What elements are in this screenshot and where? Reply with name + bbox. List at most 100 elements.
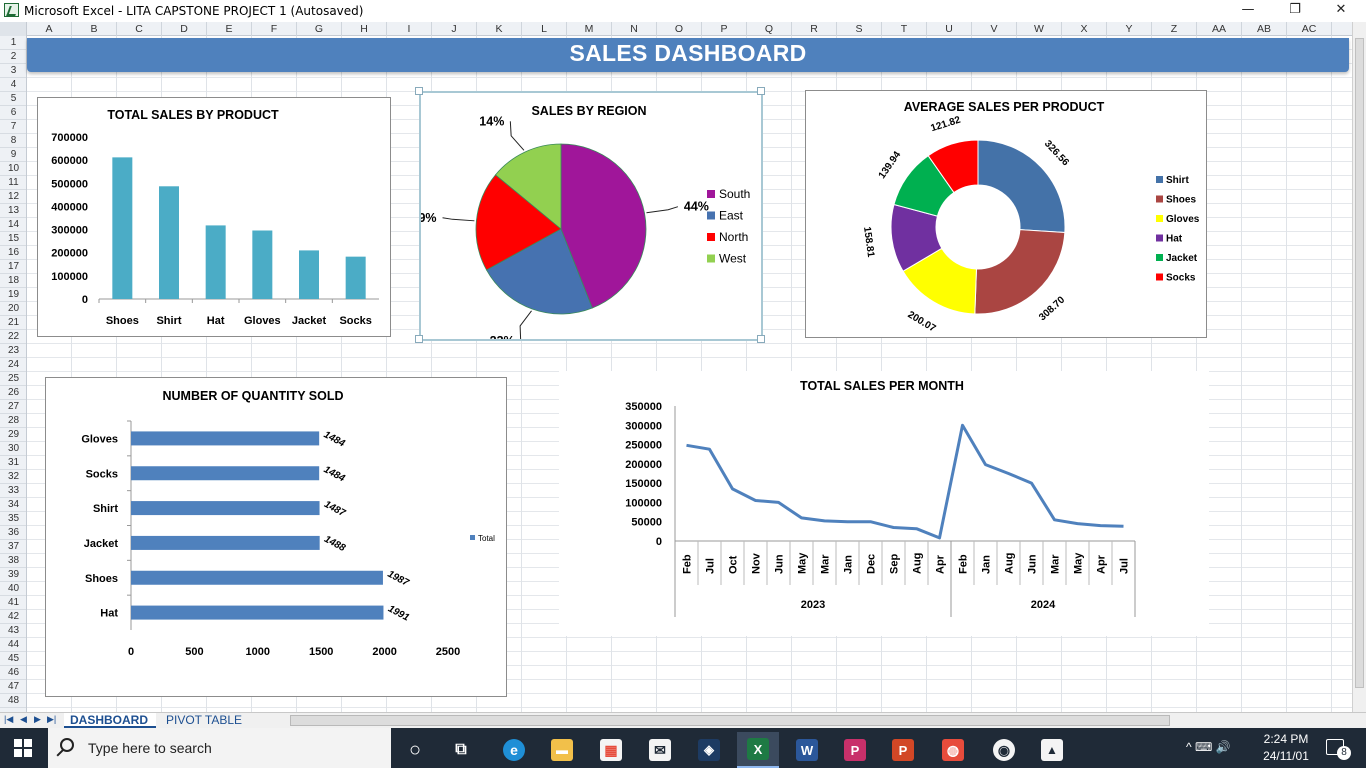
row-header[interactable]: 1 bbox=[0, 36, 26, 50]
row-header[interactable]: 38 bbox=[0, 554, 26, 568]
row-header[interactable]: 6 bbox=[0, 106, 26, 120]
first-sheet-button[interactable]: |◀ bbox=[4, 714, 13, 725]
row-header[interactable]: 16 bbox=[0, 246, 26, 260]
column-header[interactable]: J bbox=[432, 22, 477, 36]
sales-by-region-chart[interactable]: SALES BY REGION 44% 23% 19% 14% South East No… bbox=[419, 91, 763, 341]
column-header[interactable]: C bbox=[117, 22, 162, 36]
row-header[interactable]: 26 bbox=[0, 386, 26, 400]
row-header[interactable]: 42 bbox=[0, 610, 26, 624]
column-header[interactable]: AB bbox=[1242, 22, 1287, 36]
total-sales-per-month-chart[interactable]: TOTAL SALES PER MONTH 0 50000 100000 150000… bbox=[559, 371, 1209, 636]
row-header[interactable]: 37 bbox=[0, 540, 26, 554]
taskbar-app-office[interactable]: ◍ bbox=[932, 732, 974, 768]
row-header[interactable]: 22 bbox=[0, 330, 26, 344]
taskbar-app-vpn[interactable]: ◈ bbox=[688, 732, 730, 768]
row-header[interactable]: 33 bbox=[0, 484, 26, 498]
row-header[interactable]: 39 bbox=[0, 568, 26, 582]
taskbar-app-file-explorer[interactable]: ▬ bbox=[541, 732, 583, 768]
row-header[interactable]: 29 bbox=[0, 428, 26, 442]
row-header[interactable]: 14 bbox=[0, 218, 26, 232]
select-all-corner[interactable] bbox=[0, 22, 27, 36]
tab-pivot-table[interactable]: PIVOT TABLE bbox=[160, 713, 268, 728]
column-header[interactable]: O bbox=[657, 22, 702, 36]
tray-icons[interactable]: ^ ⌨ 🔊 bbox=[1186, 740, 1231, 754]
row-header[interactable]: 36 bbox=[0, 526, 26, 540]
row-header[interactable]: 11 bbox=[0, 176, 26, 190]
row-header[interactable]: 30 bbox=[0, 442, 26, 456]
resize-handle-bottom-right[interactable] bbox=[757, 335, 765, 343]
taskbar-search-box[interactable]: Type here to search bbox=[48, 728, 391, 768]
row-header[interactable]: 35 bbox=[0, 512, 26, 526]
taskbar-app-cortana[interactable]: ○ bbox=[394, 732, 436, 768]
column-header[interactable]: W bbox=[1017, 22, 1062, 36]
row-header[interactable]: 32 bbox=[0, 470, 26, 484]
row-header[interactable]: 24 bbox=[0, 358, 26, 372]
row-header[interactable]: 13 bbox=[0, 204, 26, 218]
resize-handle-top-right[interactable] bbox=[757, 87, 765, 95]
column-header[interactable]: AC bbox=[1287, 22, 1332, 36]
column-header[interactable]: I bbox=[387, 22, 432, 36]
row-header[interactable]: 47 bbox=[0, 680, 26, 694]
windows-start-button[interactable] bbox=[14, 739, 32, 757]
notification-center-icon[interactable]: 8 bbox=[1326, 739, 1351, 760]
close-button[interactable]: ✕ bbox=[1329, 2, 1353, 18]
column-header[interactable]: U bbox=[927, 22, 972, 36]
column-header[interactable]: R bbox=[792, 22, 837, 36]
resize-handle-bottom-left[interactable] bbox=[415, 335, 423, 343]
dashboard-banner[interactable]: SALES DASHBOARD bbox=[27, 38, 1349, 72]
column-header[interactable]: AA bbox=[1197, 22, 1242, 36]
row-header[interactable]: 18 bbox=[0, 274, 26, 288]
row-header[interactable]: 4 bbox=[0, 78, 26, 92]
column-header[interactable]: Q bbox=[747, 22, 792, 36]
column-header[interactable]: B bbox=[72, 22, 117, 36]
row-header[interactable]: 23 bbox=[0, 344, 26, 358]
row-header[interactable]: 44 bbox=[0, 638, 26, 652]
row-header[interactable]: 31 bbox=[0, 456, 26, 470]
column-header[interactable]: V bbox=[972, 22, 1017, 36]
row-header[interactable]: 8 bbox=[0, 134, 26, 148]
row-header[interactable]: 34 bbox=[0, 498, 26, 512]
last-sheet-button[interactable]: ▶| bbox=[47, 714, 56, 725]
row-header[interactable]: 46 bbox=[0, 666, 26, 680]
row-header[interactable]: 7 bbox=[0, 120, 26, 134]
row-header[interactable]: 25 bbox=[0, 372, 26, 386]
column-header[interactable]: A bbox=[27, 22, 72, 36]
vertical-scrollbar[interactable] bbox=[1352, 22, 1366, 712]
row-header[interactable]: 17 bbox=[0, 260, 26, 274]
column-header[interactable]: E bbox=[207, 22, 252, 36]
row-header[interactable]: 19 bbox=[0, 288, 26, 302]
row-header[interactable]: 9 bbox=[0, 148, 26, 162]
row-header[interactable]: 48 bbox=[0, 694, 26, 708]
row-header[interactable]: 43 bbox=[0, 624, 26, 638]
row-header[interactable]: 45 bbox=[0, 652, 26, 666]
column-header[interactable]: M bbox=[567, 22, 612, 36]
taskbar-app-excel[interactable]: X bbox=[737, 732, 779, 768]
column-header[interactable]: H bbox=[342, 22, 387, 36]
taskbar-app-powerpoint[interactable]: P bbox=[882, 732, 924, 768]
row-header[interactable]: 40 bbox=[0, 582, 26, 596]
column-header[interactable]: L bbox=[522, 22, 567, 36]
row-header[interactable]: 15 bbox=[0, 232, 26, 246]
vertical-scroll-thumb[interactable] bbox=[1355, 38, 1364, 688]
row-header[interactable]: 12 bbox=[0, 190, 26, 204]
minimize-button[interactable]: — bbox=[1236, 2, 1260, 18]
column-header[interactable]: K bbox=[477, 22, 522, 36]
row-header[interactable]: 21 bbox=[0, 316, 26, 330]
row-header[interactable]: 28 bbox=[0, 414, 26, 428]
prev-sheet-button[interactable]: ◀ bbox=[20, 714, 27, 725]
clock[interactable]: 2:24 PM 24/11/01 bbox=[1255, 731, 1317, 765]
taskbar-app-mail[interactable]: ✉ bbox=[639, 732, 681, 768]
taskbar-app-photos[interactable]: ▲ bbox=[1031, 732, 1073, 768]
next-sheet-button[interactable]: ▶ bbox=[34, 714, 41, 725]
resize-handle-top-left[interactable] bbox=[415, 87, 423, 95]
row-header[interactable]: 10 bbox=[0, 162, 26, 176]
taskbar-app-github[interactable]: ◉ bbox=[983, 732, 1025, 768]
column-header[interactable]: G bbox=[297, 22, 342, 36]
taskbar-app-word[interactable]: W bbox=[786, 732, 828, 768]
column-header[interactable]: T bbox=[882, 22, 927, 36]
column-header[interactable]: N bbox=[612, 22, 657, 36]
column-header[interactable]: F bbox=[252, 22, 297, 36]
row-header[interactable]: 41 bbox=[0, 596, 26, 610]
row-header[interactable]: 5 bbox=[0, 92, 26, 106]
column-header[interactable]: X bbox=[1062, 22, 1107, 36]
